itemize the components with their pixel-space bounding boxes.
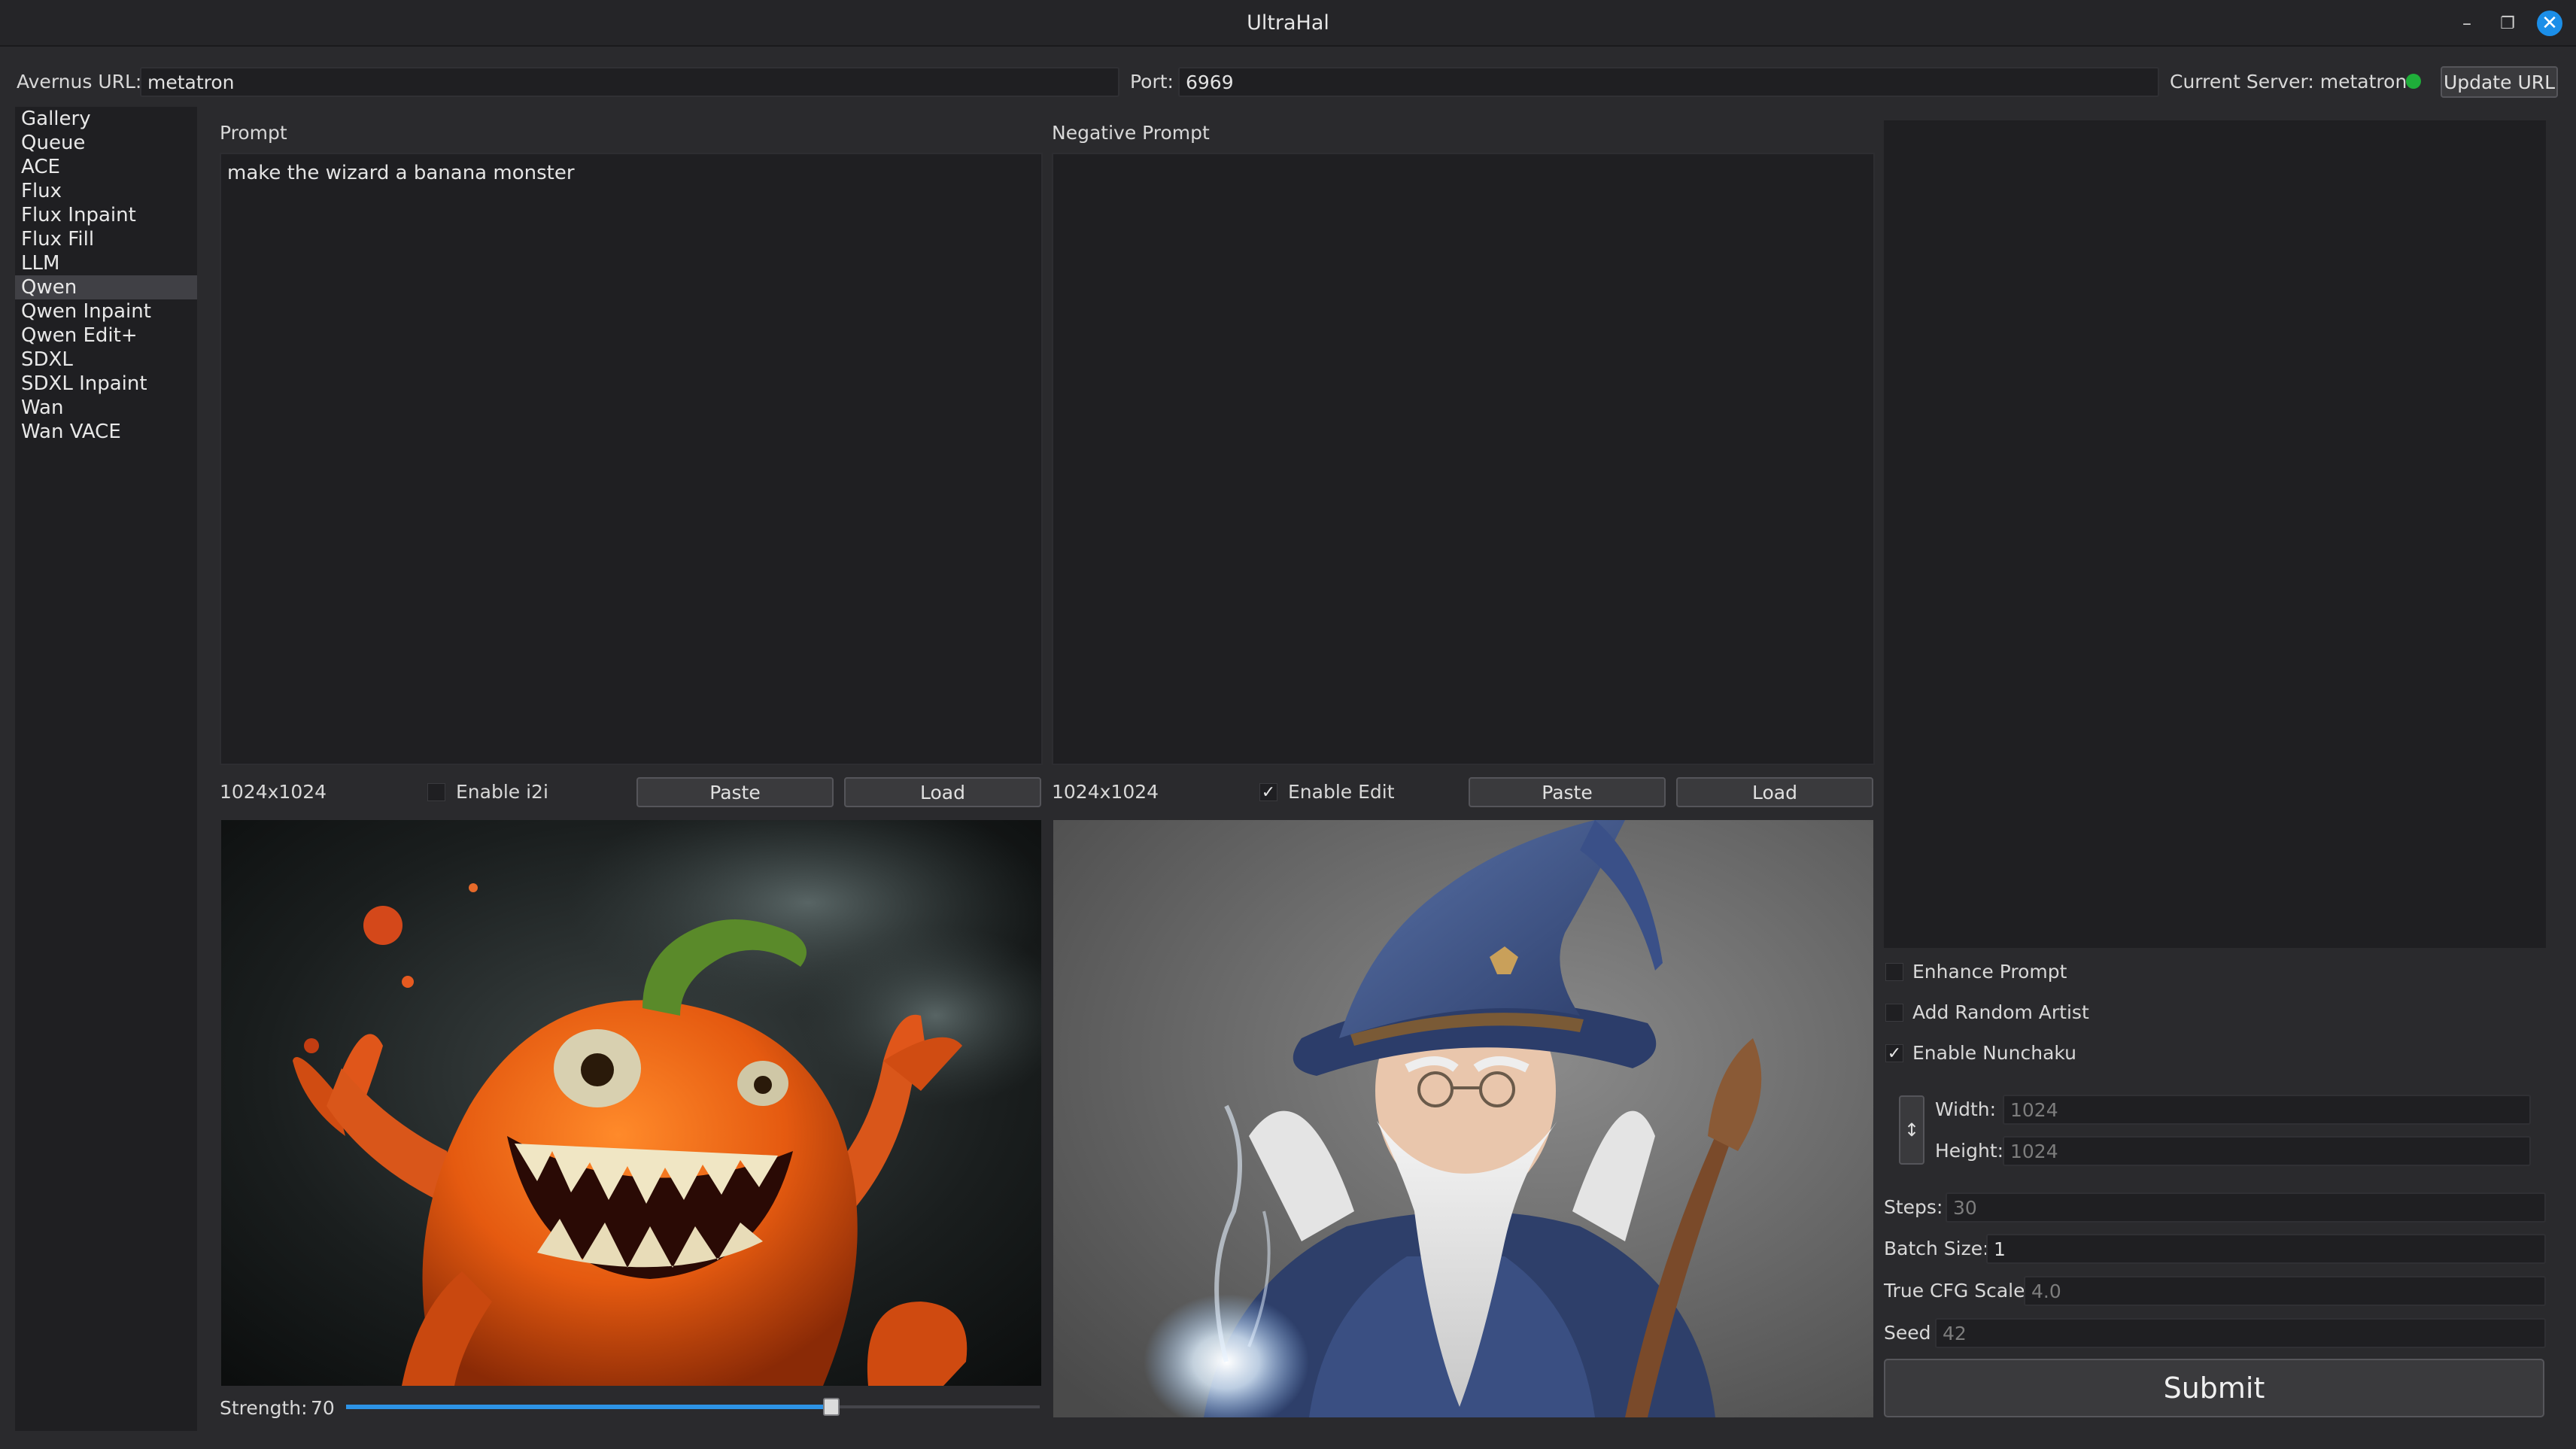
wizard-image xyxy=(1053,820,1873,1417)
enable-edit-checkbox[interactable]: ✓ xyxy=(1259,782,1277,802)
add-random-artist-label: Add Random Artist xyxy=(1912,1001,2089,1023)
banana-monster-image xyxy=(221,820,1041,1386)
width-input[interactable]: 1024 xyxy=(2003,1095,2531,1125)
seed-input[interactable]: 42 xyxy=(1935,1318,2546,1348)
enable-i2i-label: Enable i2i xyxy=(456,781,548,803)
window-title: UltraHal xyxy=(1247,11,1329,35)
steps-label: Steps: xyxy=(1884,1196,1943,1218)
enhance-prompt-checkbox[interactable] xyxy=(1885,963,1903,981)
sidebar-item-qwen-edit[interactable]: Qwen Edit+ xyxy=(15,324,197,348)
enable-nunchaku-label: Enable Nunchaku xyxy=(1912,1042,2076,1064)
seed-label: Seed xyxy=(1884,1322,1931,1344)
sidebar-item-qwen[interactable]: Qwen xyxy=(15,275,197,299)
sidebar-item-queue[interactable]: Queue xyxy=(15,131,197,155)
close-icon[interactable]: ✕ xyxy=(2537,11,2562,36)
sidebar-item-sdxl-inpaint[interactable]: SDXL Inpaint xyxy=(15,372,197,396)
checkmark-icon: ✓ xyxy=(1261,782,1276,802)
true-cfg-scale-label: True CFG Scale: xyxy=(1884,1280,2031,1302)
enable-edit-label: Enable Edit xyxy=(1288,781,1395,803)
port-input[interactable]: 6969 xyxy=(1178,67,2159,97)
enhance-prompt-label: Enhance Prompt xyxy=(1912,961,2067,983)
add-random-artist-checkbox[interactable] xyxy=(1885,1004,1903,1022)
width-label: Width: xyxy=(1935,1098,1997,1120)
output-preview xyxy=(1884,120,2546,948)
batch-size-label: Batch Size: xyxy=(1884,1238,1989,1259)
negative-prompt-textarea[interactable] xyxy=(1052,153,1875,765)
height-input[interactable]: 1024 xyxy=(2003,1136,2531,1166)
input-paste-button[interactable]: Paste xyxy=(636,777,834,807)
strength-slider-handle[interactable] xyxy=(823,1398,840,1416)
avernus-url-input[interactable]: metatron xyxy=(140,67,1119,97)
true-cfg-scale-input[interactable]: 4.0 xyxy=(2024,1276,2546,1306)
input-load-button[interactable]: Load xyxy=(844,777,1041,807)
sidebar: Gallery Queue ACE Flux Flux Inpaint Flux Fill… xyxy=(15,107,197,1431)
batch-size-input[interactable]: 1 xyxy=(1986,1234,2546,1264)
submit-button[interactable]: Submit xyxy=(1884,1359,2544,1417)
negative-prompt-label: Negative Prompt xyxy=(1052,122,1210,144)
input-image-size: 1024x1024 xyxy=(220,781,327,803)
sidebar-item-gallery[interactable]: Gallery xyxy=(15,107,197,131)
server-status-indicator xyxy=(2406,74,2421,89)
sidebar-item-sdxl[interactable]: SDXL xyxy=(15,348,197,372)
edit-image[interactable] xyxy=(1053,820,1873,1417)
input-image[interactable] xyxy=(221,820,1041,1386)
prompt-label: Prompt xyxy=(220,122,287,144)
current-server-label: Current Server: metatron xyxy=(2170,71,2407,93)
minimize-icon[interactable]: – xyxy=(2454,11,2480,36)
height-label: Height: xyxy=(1935,1140,2004,1162)
strength-value: 70 xyxy=(311,1397,335,1419)
enable-nunchaku-checkbox[interactable]: ✓ xyxy=(1885,1043,1903,1063)
strength-label: Strength: xyxy=(220,1397,308,1419)
sidebar-item-flux-fill[interactable]: Flux Fill xyxy=(15,227,197,251)
strength-slider-fill xyxy=(346,1405,831,1409)
sidebar-item-wan[interactable]: Wan xyxy=(15,396,197,420)
swap-icon: ↕ xyxy=(1903,1119,1920,1141)
sidebar-item-qwen-inpaint[interactable]: Qwen Inpaint xyxy=(15,299,197,324)
avernus-url-label: Avernus URL: xyxy=(17,71,142,93)
sidebar-item-llm[interactable]: LLM xyxy=(15,251,197,275)
update-url-button[interactable]: Update URL xyxy=(2441,66,2558,98)
checkmark-icon: ✓ xyxy=(1887,1043,1902,1063)
swap-dimensions-button[interactable]: ↕ xyxy=(1899,1095,1924,1165)
sidebar-item-flux-inpaint[interactable]: Flux Inpaint xyxy=(15,203,197,227)
prompt-textarea[interactable]: make the wizard a banana monster xyxy=(220,153,1043,765)
steps-input[interactable]: 30 xyxy=(1946,1192,2546,1223)
edit-image-size: 1024x1024 xyxy=(1052,781,1159,803)
sidebar-item-flux[interactable]: Flux xyxy=(15,179,197,203)
edit-load-button[interactable]: Load xyxy=(1676,777,1873,807)
restore-icon[interactable]: ❐ xyxy=(2495,11,2520,36)
port-label: Port: xyxy=(1130,71,1174,93)
edit-paste-button[interactable]: Paste xyxy=(1469,777,1666,807)
enable-i2i-checkbox[interactable] xyxy=(427,783,445,801)
sidebar-item-ace[interactable]: ACE xyxy=(15,155,197,179)
sidebar-item-wan-vace[interactable]: Wan VACE xyxy=(15,420,197,444)
